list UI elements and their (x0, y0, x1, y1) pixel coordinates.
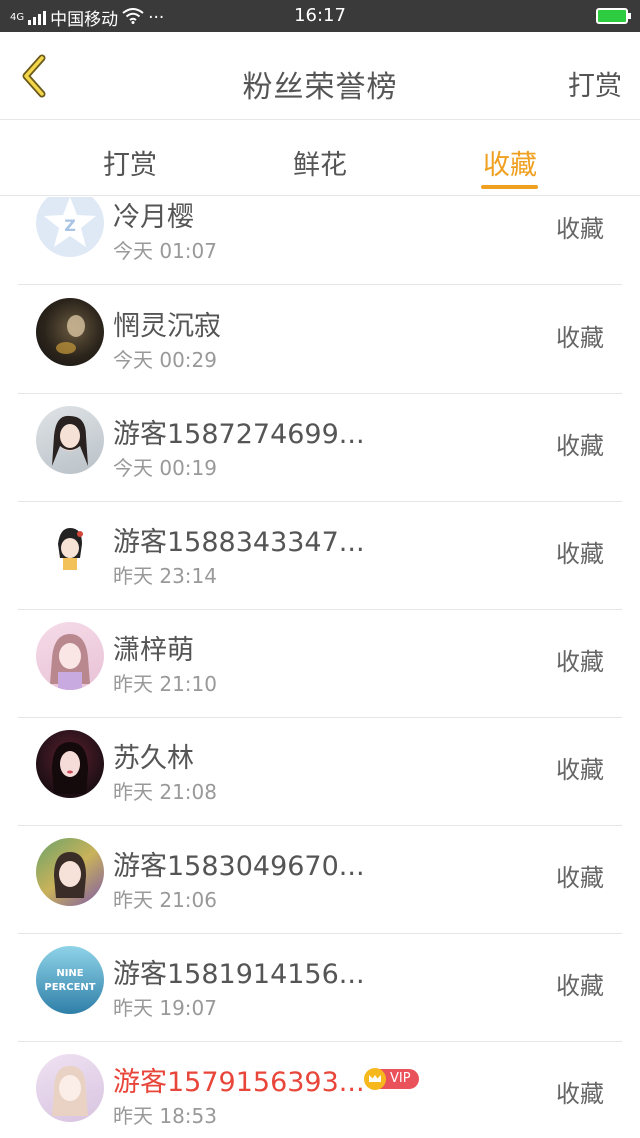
avatar (36, 730, 104, 798)
avatar (36, 514, 104, 582)
avatar (36, 298, 104, 366)
tab-bar: 打赏 鲜花 收藏 (0, 121, 640, 196)
user-name: 游客1587274699... (113, 419, 365, 450)
favorite-label: 收藏 (556, 215, 604, 243)
fan-list[interactable]: Z 冷月樱 今天 01:07 收藏 惘灵沉寂 今天 00:29 收藏 游客158… (0, 197, 640, 1138)
favorite-label: 收藏 (556, 864, 604, 892)
svg-text:PERCENT: PERCENT (44, 982, 95, 993)
favorite-label: 收藏 (556, 432, 604, 460)
user-name: 游客1588343347... (113, 527, 365, 558)
status-time: 16:17 (294, 5, 346, 26)
favorite-time: 昨天 23:14 (113, 564, 217, 588)
battery-icon (596, 8, 631, 24)
favorite-label: 收藏 (556, 648, 604, 676)
list-item[interactable]: 游客1583049670... 昨天 21:06 收藏 (18, 826, 622, 934)
vip-badge: VIP (364, 1068, 419, 1090)
svg-text:Z: Z (64, 216, 76, 235)
user-name: 潇梓萌 (113, 635, 194, 666)
favorite-time: 昨天 18:53 (113, 1104, 217, 1128)
user-name: 惘灵沉寂 (113, 311, 221, 342)
favorite-time: 昨天 21:08 (113, 780, 217, 804)
favorite-label: 收藏 (556, 324, 604, 352)
avatar (36, 838, 104, 906)
page-title: 粉丝荣誉榜 (242, 70, 398, 105)
avatar (36, 406, 104, 474)
favorite-time: 昨天 21:10 (113, 672, 217, 696)
favorite-time: 今天 00:29 (113, 348, 217, 372)
list-item[interactable]: NINE PERCENT 游客1581914156... 昨天 19:07 收藏 (18, 934, 622, 1042)
favorite-time: 今天 01:07 (113, 239, 217, 263)
crown-icon (364, 1068, 386, 1090)
list-item[interactable]: 惘灵沉寂 今天 00:29 收藏 (18, 286, 622, 394)
nav-bar: 粉丝荣誉榜 打赏 (0, 32, 640, 120)
tab-indicator (481, 185, 538, 189)
favorite-time: 昨天 21:06 (113, 888, 217, 912)
tab-flowers[interactable]: 鲜花 (240, 143, 400, 182)
list-item[interactable]: 游客1579156393... VIP 昨天 18:53 收藏 (18, 1042, 622, 1138)
favorite-label: 收藏 (556, 1080, 604, 1108)
list-item[interactable]: 潇梓萌 昨天 21:10 收藏 (18, 610, 622, 718)
favorite-time: 昨天 19:07 (113, 996, 217, 1020)
avatar: NINE PERCENT (36, 946, 104, 1014)
tab-reward[interactable]: 打赏 (50, 143, 210, 182)
favorite-label: 收藏 (556, 972, 604, 1000)
avatar (36, 622, 104, 690)
list-item[interactable]: 游客1587274699... 今天 00:19 收藏 (18, 394, 622, 502)
avatar: Z (36, 197, 104, 257)
reward-button[interactable]: 打赏 (568, 64, 622, 103)
user-name: 游客1581914156... (113, 959, 365, 990)
status-bar: 4G 中国移动 ··· 16:17 (0, 0, 640, 32)
favorite-time: 今天 00:19 (113, 456, 217, 480)
svg-text:NINE: NINE (56, 968, 83, 979)
user-name: 苏久林 (113, 743, 194, 774)
list-item[interactable]: 苏久林 昨天 21:08 收藏 (18, 718, 622, 826)
favorite-label: 收藏 (556, 756, 604, 784)
user-name: 游客1579156393... (113, 1067, 365, 1098)
user-name: 冷月樱 (113, 202, 194, 233)
avatar (36, 1054, 104, 1122)
user-name: 游客1583049670... (113, 851, 365, 882)
list-item[interactable]: 游客1588343347... 昨天 23:14 收藏 (18, 502, 622, 610)
tab-favorites[interactable]: 收藏 (430, 143, 590, 182)
favorite-label: 收藏 (556, 540, 604, 568)
list-item[interactable]: Z 冷月樱 今天 01:07 收藏 (18, 197, 622, 285)
